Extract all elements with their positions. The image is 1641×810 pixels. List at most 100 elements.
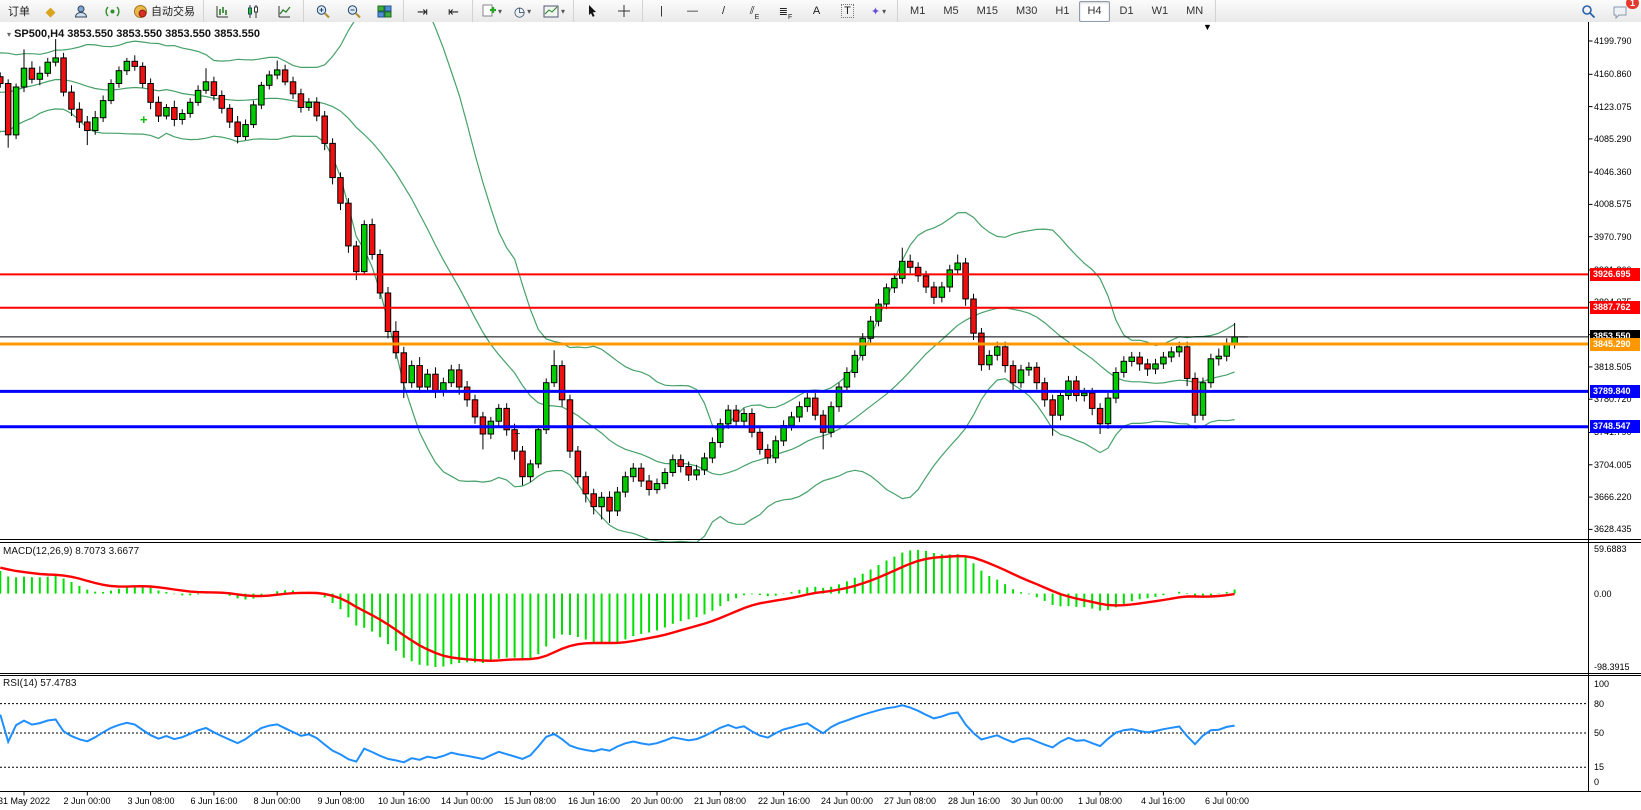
label-tool-icon: T <box>841 4 854 18</box>
line-chart-button[interactable] <box>270 1 299 22</box>
toolbar-group-zoom <box>304 0 404 22</box>
label-tool-button[interactable]: T <box>833 1 862 22</box>
price-line-label: 3748.547 <box>1590 420 1640 433</box>
add-indicator-icon <box>481 4 496 19</box>
timeframe-button-w1[interactable]: W1 <box>1144 1 1177 22</box>
trendline-icon: / <box>722 5 725 17</box>
profile-button[interactable] <box>67 1 96 22</box>
bar-chart-icon <box>215 4 230 19</box>
fibonacci-icon: ≣ <box>779 5 788 18</box>
date-axis-label: 1 Jul 08:00 <box>1078 796 1122 806</box>
rsi-scale-label: 50 <box>1594 728 1604 738</box>
candlestick-chart-icon <box>246 4 261 19</box>
date-axis-label: 22 Jun 16:00 <box>758 796 810 806</box>
rsi-scale-label: 100 <box>1594 679 1609 689</box>
date-axis-label: 14 Jun 00:00 <box>441 796 493 806</box>
autotrade-button[interactable]: 自动交易 <box>129 1 199 22</box>
add-indicator-button[interactable]: ▾ <box>477 1 506 22</box>
timeframe-button-m30[interactable]: M30 <box>1008 1 1045 22</box>
date-axis-label: 30 Jun 00:00 <box>1011 796 1063 806</box>
cursor-button[interactable] <box>578 1 607 22</box>
auto-scroll-icon: ⇥ <box>417 5 428 18</box>
tile-windows-icon <box>377 4 392 19</box>
chart-window[interactable]: ▾ SP500,H4 3853.550 3853.550 3853.550 38… <box>0 22 1641 810</box>
date-axis-label: 21 Jun 08:00 <box>694 796 746 806</box>
toolbar-group-chart-type <box>204 0 304 22</box>
search-button[interactable] <box>1574 1 1603 22</box>
text-tool-button[interactable]: A <box>802 1 831 22</box>
toolbar-group-trade: 订单 ◆ 自动交易 <box>0 0 204 22</box>
price-axis-tick-label: 3818.505 <box>1594 362 1632 372</box>
candlestick-chart-button[interactable] <box>239 1 268 22</box>
search-icon <box>1581 4 1596 19</box>
timeframe-toolbar: M1M5M15M30H1H4D1W1MN <box>898 0 1216 22</box>
vertical-line-icon: | <box>660 5 663 17</box>
date-axis-label: 6 Jul 00:00 <box>1205 796 1249 806</box>
date-axis-label: 2 Jun 00:00 <box>63 796 110 806</box>
timeframe-button-mn[interactable]: MN <box>1178 1 1211 22</box>
zoom-in-button[interactable] <box>308 1 337 22</box>
date-axis-label: 20 Jun 00:00 <box>631 796 683 806</box>
chat-button[interactable]: 1 <box>1605 1 1634 22</box>
template-caret-icon: ▾ <box>561 7 565 16</box>
trendline-button[interactable]: / <box>709 1 738 22</box>
chart-canvas[interactable]: ++ <box>0 22 1641 810</box>
horizontal-line-button[interactable]: — <box>678 1 707 22</box>
chat-icon <box>1612 4 1628 19</box>
period-caret-icon: ▾ <box>527 7 531 16</box>
date-axis-label: 9 Jun 08:00 <box>317 796 364 806</box>
timeframe-button-d1[interactable]: D1 <box>1112 1 1142 22</box>
date-axis-label: 3 Jun 08:00 <box>127 796 174 806</box>
arrows-tool-icon: ✦ <box>871 5 880 18</box>
price-axis-tick-label: 3628.435 <box>1594 524 1632 534</box>
signal-icon <box>105 4 120 19</box>
fibonacci-button[interactable]: ≣F <box>771 1 800 22</box>
date-axis-label: 8 Jun 00:00 <box>253 796 300 806</box>
tile-windows-button[interactable] <box>370 1 399 22</box>
add-indicator-caret-icon: ▾ <box>498 7 502 16</box>
toolbar-group-cursor <box>574 0 643 22</box>
profile-icon <box>74 4 89 19</box>
template-icon <box>543 5 559 18</box>
auto-scroll-button[interactable]: ⇥ <box>408 1 437 22</box>
zoom-out-button[interactable] <box>339 1 368 22</box>
toolbar-group-lines: | — / ⫽E ≣F A T ✦▾ <box>643 0 898 22</box>
date-axis-label: 27 Jun 08:00 <box>884 796 936 806</box>
timeframe-button-m5[interactable]: M5 <box>935 1 966 22</box>
vertical-line-button[interactable]: | <box>647 1 676 22</box>
chart-title: ▾ SP500,H4 3853.550 3853.550 3853.550 38… <box>7 28 260 40</box>
zoom-in-icon <box>315 4 331 19</box>
date-axis-label: 4 Jul 16:00 <box>1141 796 1185 806</box>
macd-scale-max-label: 59.6883 <box>1594 544 1627 554</box>
cursor-icon <box>586 4 599 18</box>
rsi-label: RSI(14) 57.4783 <box>3 678 76 689</box>
timeframe-button-m15[interactable]: M15 <box>969 1 1006 22</box>
timeframe-button-h1[interactable]: H1 <box>1047 1 1077 22</box>
period-button[interactable]: ◷ ▾ <box>508 1 537 22</box>
price-axis-tick-label: 4160.860 <box>1594 69 1632 79</box>
rsi-scale-label: 80 <box>1594 699 1604 709</box>
price-axis-tick-label: 3666.220 <box>1594 492 1632 502</box>
scroll-to-end-marker[interactable]: ▼ <box>1203 22 1212 32</box>
channel-sub-label: E <box>755 14 760 21</box>
crosshair-button[interactable] <box>609 1 638 22</box>
tag-button[interactable]: ◆ <box>36 1 65 22</box>
template-button[interactable]: ▾ <box>539 1 569 22</box>
object-anchor-marker: + <box>514 428 520 440</box>
timeframe-button-h4[interactable]: H4 <box>1079 1 1109 22</box>
autotrade-icon <box>133 4 148 19</box>
arrows-tool-button[interactable]: ✦▾ <box>864 1 893 22</box>
date-axis-label: 10 Jun 16:00 <box>378 796 430 806</box>
chart-shift-button[interactable]: ⇤ <box>439 1 468 22</box>
macd-scale-zero-label: 0.00 <box>1594 589 1612 599</box>
new-order-button[interactable]: 订单 <box>4 1 34 22</box>
signal-button[interactable] <box>98 1 127 22</box>
timeframe-button-m1[interactable]: M1 <box>902 1 933 22</box>
bar-chart-button[interactable] <box>208 1 237 22</box>
toolbar-group-objects: ▾ ◷ ▾ ▾ <box>473 0 574 22</box>
channel-button[interactable]: ⫽E <box>740 1 769 22</box>
price-line-label: 3926.695 <box>1590 268 1640 281</box>
date-axis-label: 28 Jun 16:00 <box>948 796 1000 806</box>
date-axis-label: 31 May 2022 <box>0 796 50 806</box>
date-axis-label: 15 Jun 08:00 <box>504 796 556 806</box>
